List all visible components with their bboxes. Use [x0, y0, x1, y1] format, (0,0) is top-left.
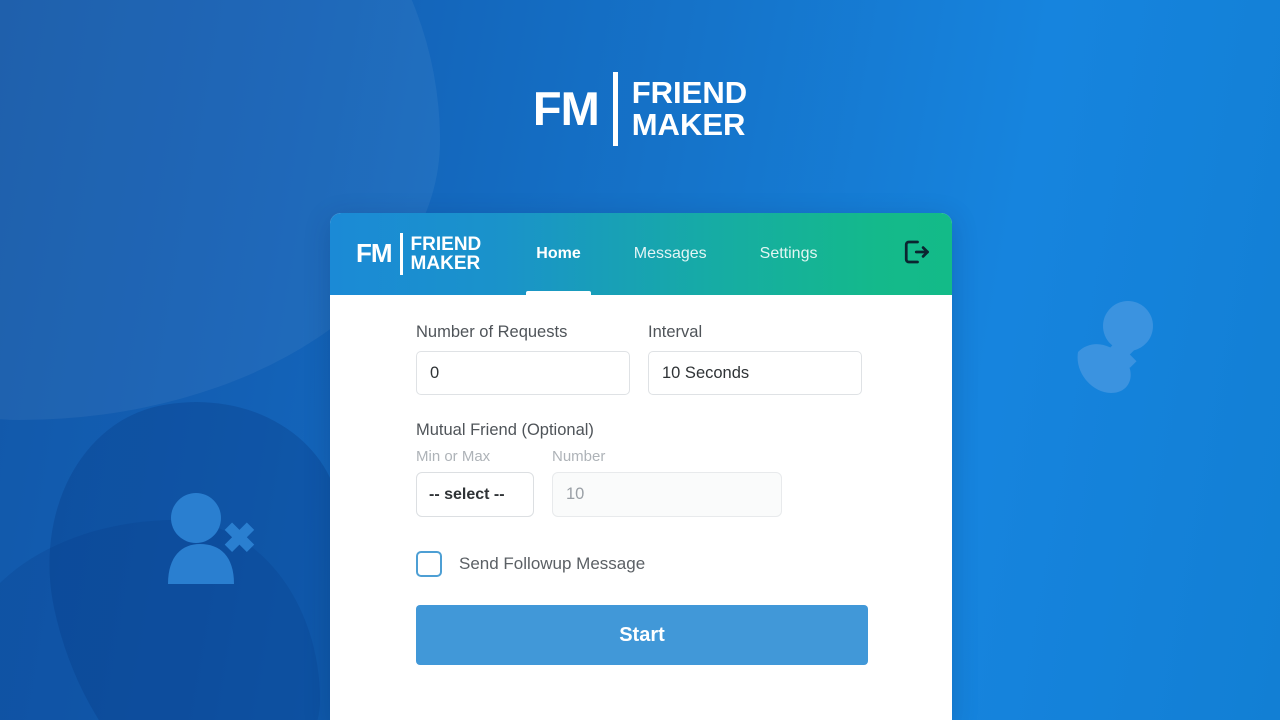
requests-label: Number of Requests — [416, 323, 568, 341]
person-remove-icon — [1070, 300, 1180, 400]
navbar-brand-divider — [399, 233, 403, 275]
followup-row[interactable]: Send Followup Message — [416, 551, 900, 577]
navbar-brand-mark: FM — [356, 238, 393, 269]
send-followup-label: Send Followup Message — [459, 554, 646, 573]
number-of-requests-input[interactable] — [416, 351, 630, 395]
mutual-friend-number-input[interactable] — [552, 472, 782, 517]
number-field-group: Number — [552, 448, 782, 517]
number-label: Number — [552, 448, 606, 465]
settings-form: Number of Requests Interval Mutual Frien… — [330, 295, 952, 665]
interval-field-group: Interval — [648, 323, 862, 395]
requests-field-group: Number of Requests — [416, 323, 630, 395]
hero-logo: FM FRIEND MAKER — [0, 72, 1280, 146]
app-navbar: FM FRIEND MAKER Home Messages Settings — [330, 213, 952, 295]
mutual-friend-row: Min or Max -- select --MinMax Number — [416, 448, 900, 517]
brand-logo: FM FRIEND MAKER — [533, 72, 747, 146]
mutual-friend-title: Mutual Friend (Optional) — [416, 421, 594, 439]
brand-wordmark-line2: MAKER — [631, 107, 746, 142]
send-followup-checkbox[interactable] — [416, 551, 442, 577]
nav-link-messages[interactable]: Messages — [624, 213, 717, 295]
minmax-field-group: Min or Max -- select --MinMax — [416, 448, 534, 517]
brand-mark: FM — [532, 81, 600, 135]
interval-input[interactable] — [648, 351, 862, 395]
person-remove-icon — [160, 488, 270, 588]
navbar-links: Home Messages Settings — [526, 213, 827, 295]
brand-wordmark: FRIEND MAKER — [632, 77, 747, 140]
logout-button[interactable] — [896, 235, 934, 273]
start-button[interactable]: Start — [416, 605, 868, 665]
background-blob-dark-secondary — [0, 520, 320, 720]
brand-wordmark-line1: FRIEND — [631, 75, 748, 111]
navbar-brand-wordmark: FRIEND MAKER — [410, 233, 482, 274]
interval-label: Interval — [648, 323, 703, 341]
navbar-brand-wordmark-line2: MAKER — [410, 253, 481, 274]
mutual-friend-section: Mutual Friend (Optional) Min or Max -- s… — [416, 421, 900, 517]
nav-link-home[interactable]: Home — [526, 213, 592, 295]
minmax-label: Min or Max — [416, 448, 491, 465]
nav-link-settings[interactable]: Settings — [750, 213, 828, 295]
navbar-brand-logo[interactable]: FM FRIEND MAKER — [356, 233, 481, 275]
requests-interval-row: Number of Requests Interval — [416, 323, 900, 395]
logout-icon — [900, 237, 930, 272]
brand-divider — [612, 72, 618, 146]
min-or-max-select[interactable]: -- select --MinMax — [416, 472, 534, 517]
navbar-brand-wordmark-line1: FRIEND — [410, 233, 482, 255]
app-card: FM FRIEND MAKER Home Messages Settings N… — [330, 213, 952, 720]
